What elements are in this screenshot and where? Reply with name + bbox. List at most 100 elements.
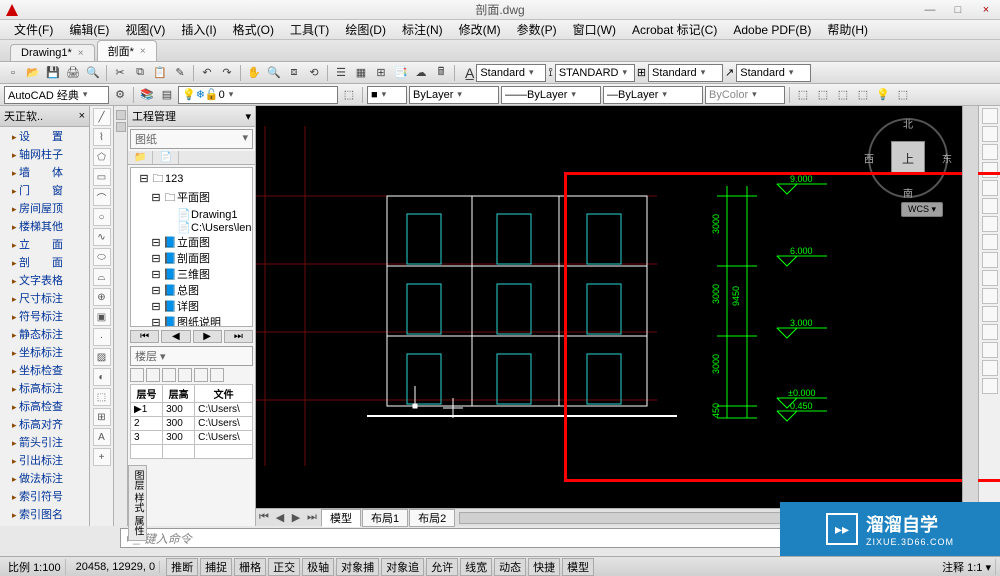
sidebar-item[interactable]: 轴网柱子	[0, 145, 89, 163]
layout-tab-1[interactable]: 布局1	[362, 509, 408, 527]
panel-close-icon[interactable]: ×	[79, 110, 85, 122]
floor-tool-icon[interactable]	[194, 368, 208, 382]
sidebar-item[interactable]: 楼梯其他	[0, 217, 89, 235]
status-toggle[interactable]: 正交	[268, 558, 300, 576]
status-toggle[interactable]: 线宽	[460, 558, 492, 576]
tree-item[interactable]: 📄C:\Users\len	[133, 221, 250, 234]
open-icon[interactable]: 📂	[24, 64, 42, 82]
tab-folder[interactable]: 📁	[128, 151, 153, 164]
sidebar-item[interactable]: 静态标注	[0, 325, 89, 343]
anno-scale[interactable]: 注释 1:1 ▾	[938, 559, 996, 575]
menu-window[interactable]: 窗口(W)	[565, 19, 624, 40]
cut-icon[interactable]: ✂	[111, 64, 129, 82]
menu-param[interactable]: 参数(P)	[509, 19, 565, 40]
circle-icon[interactable]: ○	[93, 208, 111, 226]
menu-view[interactable]: 视图(V)	[117, 19, 173, 40]
tab-prev-icon[interactable]: ◀	[272, 511, 288, 524]
copy-icon[interactable]: ⧉	[131, 64, 149, 82]
tree-item[interactable]: ⊟📘剖面图	[133, 250, 250, 266]
tool-palette-icon[interactable]: ⊞	[372, 64, 390, 82]
sidebar-item[interactable]: 符号标注	[0, 307, 89, 325]
insert-icon[interactable]: ⊕	[93, 288, 111, 306]
mtext-icon[interactable]: A	[93, 428, 111, 446]
workspace-gear-icon[interactable]: ⚙	[111, 86, 129, 104]
mirror-icon[interactable]	[982, 144, 998, 160]
polygon-icon[interactable]: ⬠	[93, 148, 111, 166]
match-icon[interactable]: ✎	[171, 64, 189, 82]
floor-tool-icon[interactable]	[130, 368, 144, 382]
minimize-button[interactable]: —	[916, 1, 944, 19]
markup-icon[interactable]: ☁	[412, 64, 430, 82]
tree-item[interactable]: ⊟🗀123	[133, 170, 250, 189]
chamfer-icon[interactable]	[982, 342, 998, 358]
menu-edit[interactable]: 编辑(E)	[61, 19, 117, 40]
last-icon[interactable]: ⏭	[224, 330, 253, 343]
spline-icon[interactable]: ∿	[93, 228, 111, 246]
wcs-badge[interactable]: WCS ▾	[901, 202, 943, 217]
floor-tool-icon[interactable]	[162, 368, 176, 382]
stretch-icon[interactable]	[982, 252, 998, 268]
table-icon[interactable]: ⊞	[93, 408, 111, 426]
doc-tab-section[interactable]: 剖面*×	[97, 40, 157, 61]
ellipse-icon[interactable]: ⬭	[93, 248, 111, 266]
calc-icon[interactable]: 🖩	[432, 64, 450, 82]
menu-draw[interactable]: 绘图(D)	[337, 19, 394, 40]
tab-next-icon[interactable]: ▶	[288, 511, 304, 524]
palette-handle[interactable]	[114, 106, 128, 526]
drawing-canvas[interactable]: 9.000 6.000 3.000 ±0.000 0.450 3000 3000…	[256, 106, 978, 526]
layout-tab-2[interactable]: 布局2	[409, 509, 455, 527]
sidebar-item[interactable]: 标高标注	[0, 379, 89, 397]
pan-icon[interactable]: ✋	[245, 64, 263, 82]
tb-icon[interactable]: ⬚	[894, 86, 912, 104]
floor-combo[interactable]: 楼层 ▾	[130, 346, 253, 366]
zoom-prev-icon[interactable]: ⟲	[305, 64, 323, 82]
drawing-tree[interactable]: ⊟🗀123⊟🗀平面图📄Drawing1📄C:\Users\len⊟📘立面图⊟📘剖…	[130, 167, 253, 327]
sidebar-item[interactable]: 剖 面	[0, 253, 89, 271]
extend-icon[interactable]	[982, 288, 998, 304]
sidebar-item[interactable]: 房间屋顶	[0, 199, 89, 217]
linetype2-combo[interactable]: —— ByLayer	[501, 86, 601, 104]
sidebar-item[interactable]: 引出标注	[0, 451, 89, 469]
close-tab-icon[interactable]: ×	[140, 46, 146, 57]
addsel-icon[interactable]: +	[93, 448, 111, 466]
first-icon[interactable]: ⏮	[130, 330, 159, 343]
properties-icon[interactable]: ☰	[332, 64, 350, 82]
array-icon[interactable]	[982, 180, 998, 196]
drawing-set-combo[interactable]: 图纸▾	[130, 129, 253, 149]
preview-icon[interactable]: 🔍	[84, 64, 102, 82]
paste-icon[interactable]: 📋	[151, 64, 169, 82]
status-toggle[interactable]: 捕捉	[200, 558, 232, 576]
region-icon[interactable]: ⬚	[93, 388, 111, 406]
sidebar-item[interactable]: 文字表格	[0, 271, 89, 289]
menu-tools[interactable]: 工具(T)	[282, 19, 337, 40]
block-icon[interactable]: ▣	[93, 308, 111, 326]
tree-item[interactable]: ⊟🗀平面图	[133, 189, 250, 208]
rectangle-icon[interactable]: ▭	[93, 168, 111, 186]
vertical-scrollbar[interactable]	[962, 106, 978, 508]
zoom-window-icon[interactable]: ⧈	[285, 64, 303, 82]
save-icon[interactable]: 💾	[44, 64, 62, 82]
new-icon[interactable]: ▫	[4, 64, 22, 82]
close-button[interactable]: ×	[972, 1, 1000, 19]
doc-tab-drawing1[interactable]: Drawing1*×	[10, 44, 95, 61]
prev-icon[interactable]: ◀	[161, 330, 190, 343]
sidebar-item[interactable]: 坐标标注	[0, 343, 89, 361]
ellipse-arc-icon[interactable]: ⌓	[93, 268, 111, 286]
menu-adobepdf[interactable]: Adobe PDF(B)	[725, 21, 819, 39]
close-tab-icon[interactable]: ×	[78, 48, 84, 59]
tb-icon[interactable]: ⬚	[814, 86, 832, 104]
status-toggle[interactable]: 栅格	[234, 558, 266, 576]
sidebar-item[interactable]: 门 窗	[0, 181, 89, 199]
tb-icon[interactable]: ⬚	[834, 86, 852, 104]
move-icon[interactable]	[982, 198, 998, 214]
sidebar-item[interactable]: 坐标检查	[0, 361, 89, 379]
sidebar-item[interactable]: 箭头引注	[0, 433, 89, 451]
color-combo[interactable]: ■	[367, 86, 407, 104]
layer-combo[interactable]: 💡❄🔓 0	[178, 86, 338, 104]
dim-style-combo[interactable]: STANDARD	[555, 64, 635, 82]
menu-dimension[interactable]: 标注(N)	[394, 19, 451, 40]
print-icon[interactable]: 🖨	[64, 64, 82, 82]
floor-tool-icon[interactable]	[146, 368, 160, 382]
design-center-icon[interactable]: ▦	[352, 64, 370, 82]
menu-insert[interactable]: 插入(I)	[173, 19, 224, 40]
